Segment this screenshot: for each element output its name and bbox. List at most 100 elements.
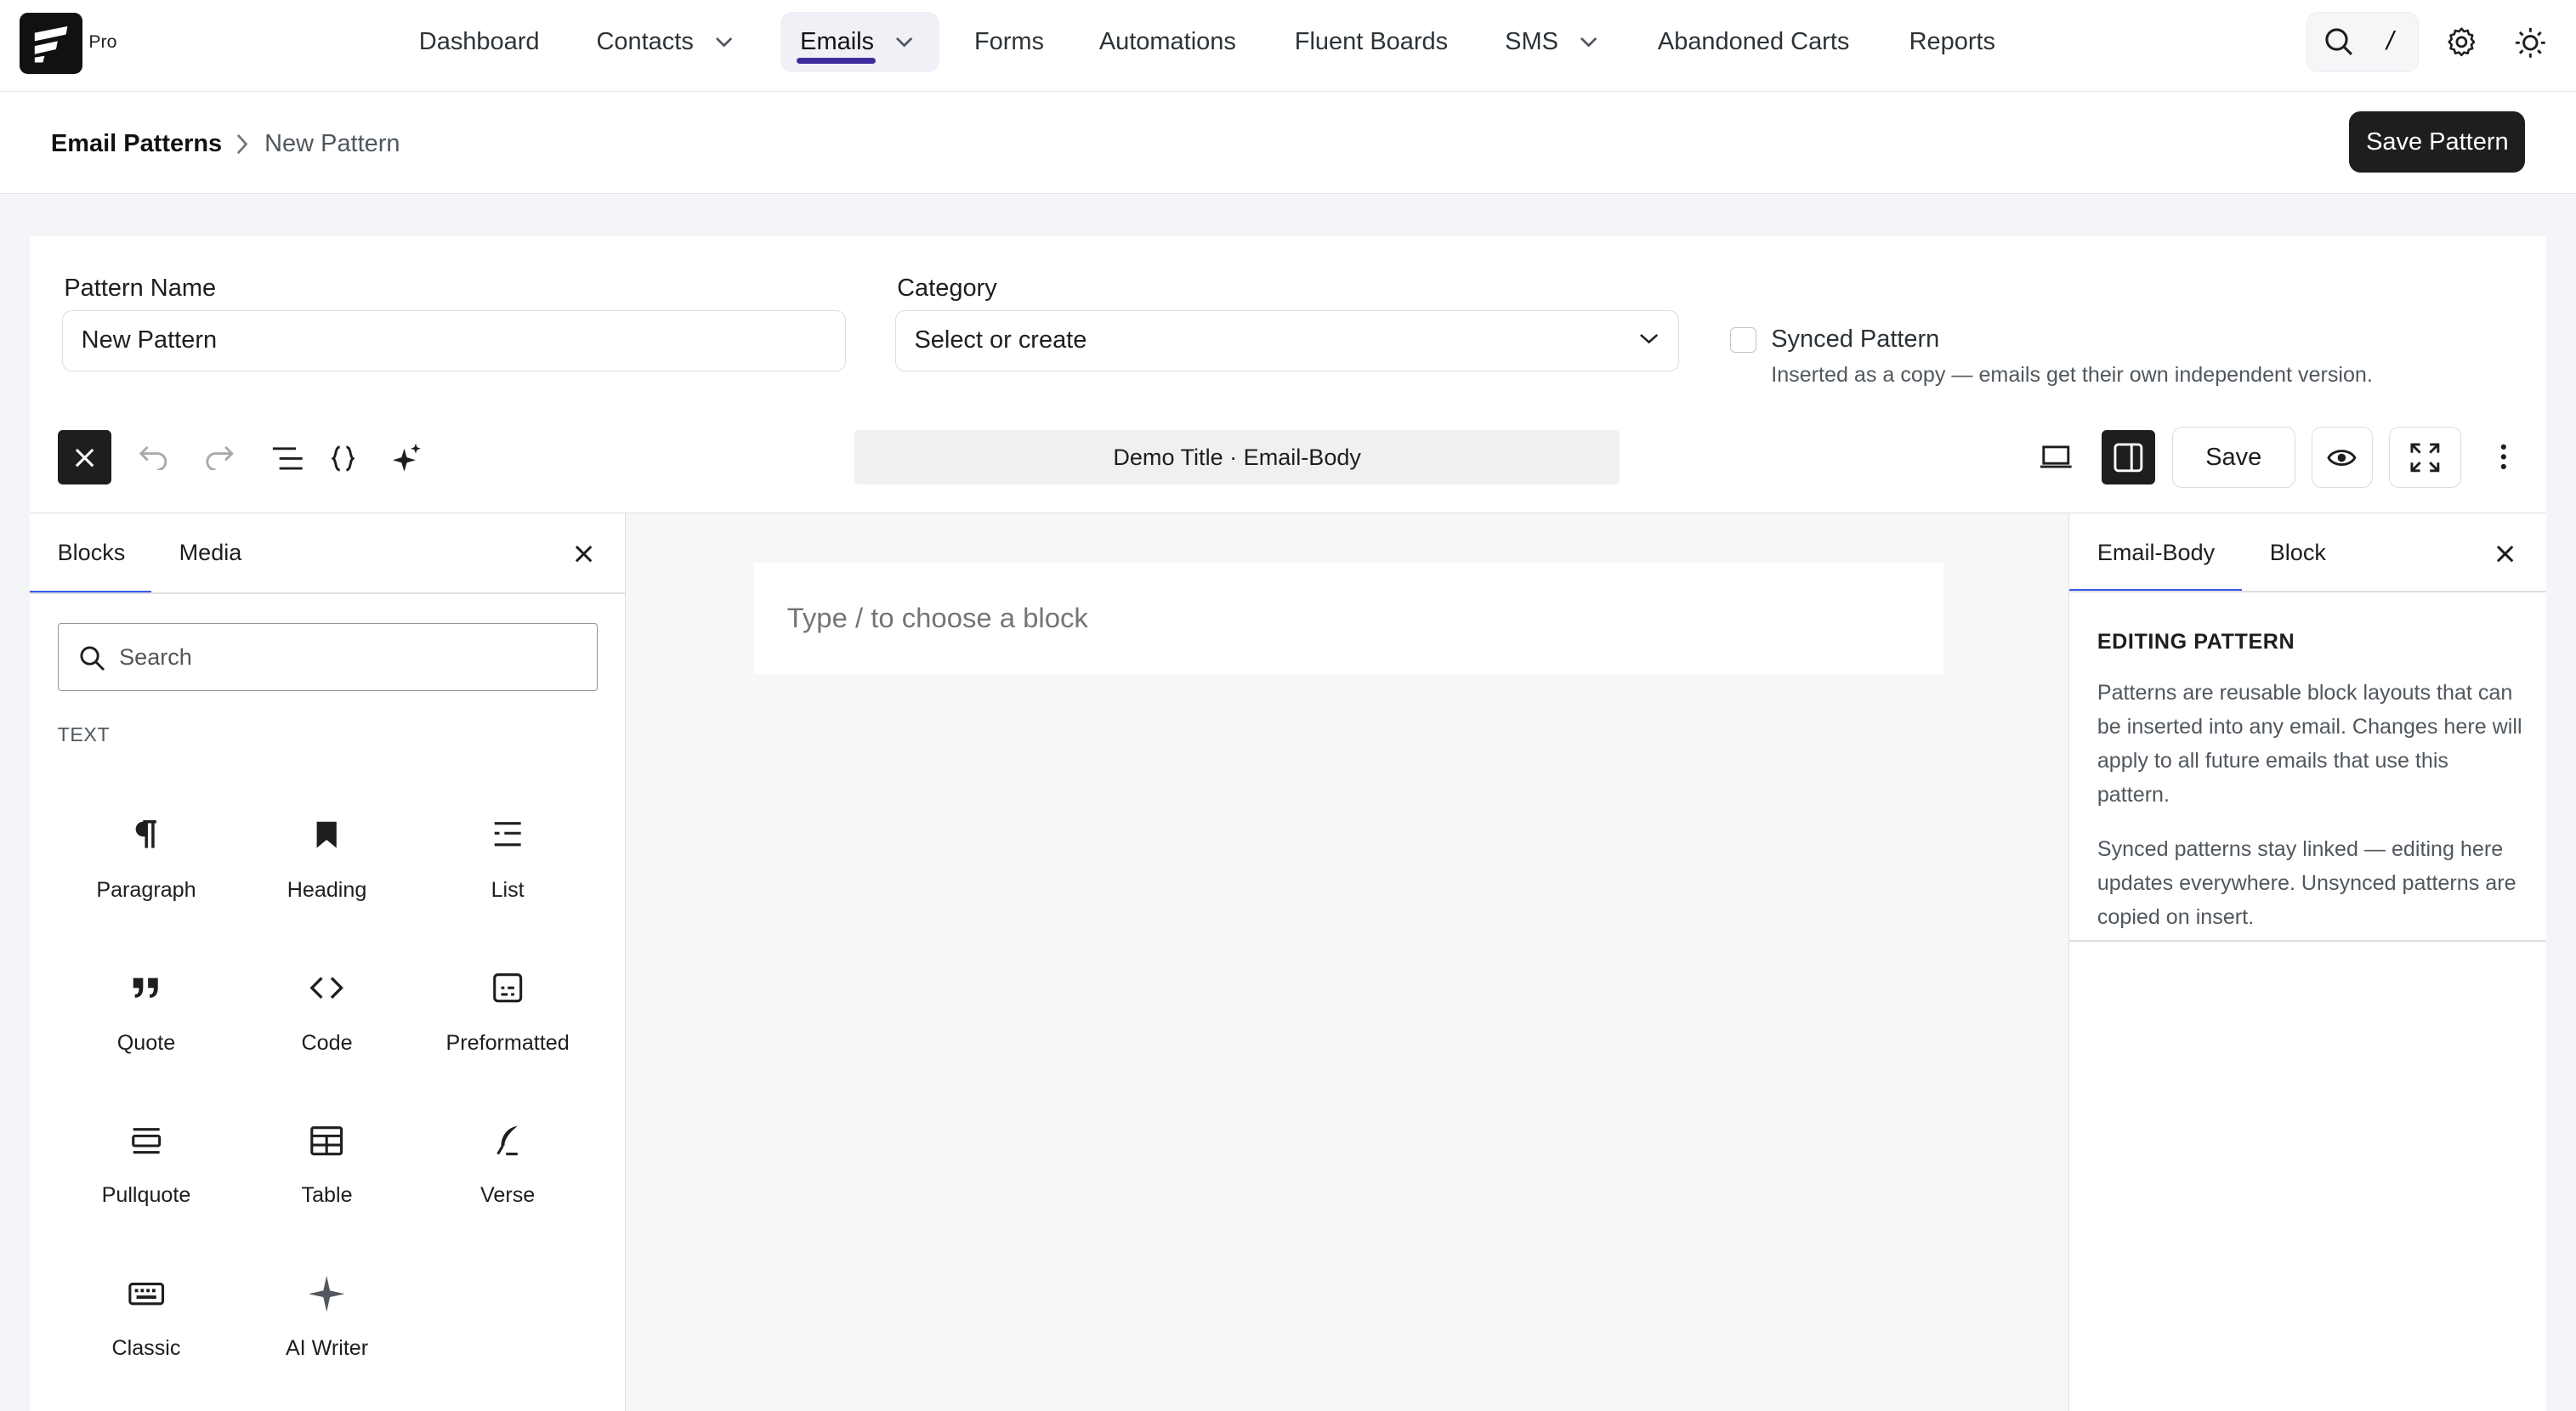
close-icon[interactable]	[575, 545, 593, 563]
nav-emails-label: Emails	[800, 27, 875, 55]
top-navigation-bar: Pro Dashboard Contacts Emails Forms Auto…	[0, 0, 2576, 93]
block-label: List	[491, 877, 525, 902]
close-icon	[75, 448, 94, 467]
theme-toggle-sun-icon[interactable]	[2514, 26, 2547, 60]
logo-mark-icon	[34, 26, 68, 63]
close-icon[interactable]	[2496, 545, 2514, 563]
editor-canvas: Type / to choose a block	[626, 513, 2068, 1411]
search-shortcut-hint: /	[2386, 25, 2394, 55]
more-options-icon[interactable]	[2499, 442, 2509, 472]
fluentcrm-logo[interactable]	[20, 13, 82, 74]
search-icon	[2324, 28, 2352, 55]
chevron-down-icon	[1580, 37, 1597, 48]
block-label: Code	[301, 1030, 353, 1055]
global-search-button[interactable]: /	[2306, 11, 2419, 73]
chevron-down-icon	[1639, 334, 1658, 344]
braces-icon[interactable]	[332, 445, 355, 472]
synced-pattern-description: Inserted as a copy — emails get their ow…	[1771, 363, 2373, 388]
pattern-name-input[interactable]: New Pattern	[62, 310, 847, 371]
block-label: Heading	[287, 877, 367, 902]
block-code[interactable]: Code	[236, 945, 417, 1077]
document-outline-icon[interactable]	[271, 445, 304, 472]
code-icon	[309, 977, 344, 1000]
block-classic[interactable]: Classic	[56, 1251, 237, 1383]
synced-pattern-label[interactable]: Synced Pattern	[1771, 326, 1939, 354]
block-list[interactable]: List	[417, 792, 599, 924]
nav-automations[interactable]: Automations	[1099, 12, 1236, 73]
block-label: Table	[301, 1183, 353, 1208]
nav-contacts[interactable]: Contacts	[596, 12, 733, 73]
nav-fluent-boards-label: Fluent Boards	[1294, 27, 1449, 55]
nav-forms[interactable]: Forms	[974, 12, 1044, 73]
nav-dashboard[interactable]: Dashboard	[419, 12, 540, 73]
block-heading[interactable]: Heading	[236, 792, 417, 924]
breadcrumb-email-patterns[interactable]: Email Patterns	[51, 130, 222, 158]
tab-divider	[29, 592, 626, 594]
block-table[interactable]: Table	[236, 1098, 417, 1230]
breadcrumb-current: New Pattern	[264, 129, 400, 157]
nav-emails[interactable]: Emails	[780, 11, 940, 73]
block-label: AI Writer	[285, 1336, 369, 1361]
block-paragraph[interactable]: Paragraph	[56, 792, 237, 924]
nav-abandoned-carts-label: Abandoned Carts	[1657, 27, 1850, 55]
close-inserter-button[interactable]	[57, 430, 112, 485]
active-nav-indicator	[797, 57, 876, 65]
pullquote-icon	[131, 1128, 161, 1154]
block-verse[interactable]: Verse	[417, 1098, 599, 1230]
verse-icon	[496, 1125, 518, 1156]
nav-fluent-boards[interactable]: Fluent Boards	[1295, 12, 1448, 73]
nav-sms-label: SMS	[1505, 27, 1558, 55]
block-inserter-panel: Blocks Media Search TEXT Paragraph Headi…	[29, 513, 627, 1411]
fullscreen-button[interactable]	[2388, 427, 2461, 488]
tab-media[interactable]: Media	[179, 540, 242, 566]
category-select[interactable]: Select or create	[895, 310, 1679, 371]
redo-icon[interactable]	[204, 444, 235, 470]
block-quote[interactable]: Quote	[56, 945, 237, 1077]
nav-dashboard-label: Dashboard	[418, 27, 540, 55]
block-label: Verse	[480, 1183, 536, 1208]
block-pullquote[interactable]: Pullquote	[56, 1098, 237, 1230]
block-placeholder[interactable]: Type / to choose a block	[787, 602, 1088, 634]
breadcrumb-bar: Email Patterns New Pattern Save Pattern	[0, 92, 2576, 195]
nav-sms[interactable]: SMS	[1505, 12, 1597, 73]
tab-divider	[2069, 590, 2547, 592]
list-icon	[494, 822, 521, 847]
desktop-preview-icon[interactable]	[2039, 444, 2074, 472]
synced-pattern-checkbox[interactable]	[1729, 326, 1756, 354]
block-label: Paragraph	[96, 877, 196, 902]
tab-blocks[interactable]: Blocks	[58, 540, 126, 566]
category-label: Category	[897, 274, 997, 302]
toggle-settings-sidebar-button[interactable]	[2101, 430, 2156, 485]
paragraph-icon	[135, 820, 156, 849]
eye-icon	[2327, 449, 2357, 466]
save-pattern-button[interactable]: Save Pattern	[2349, 111, 2526, 173]
ai-writer-icon	[309, 1275, 345, 1312]
document-title-bar[interactable]: Demo Title · Email-Body	[854, 430, 1620, 485]
synced-info-paragraph: Synced patterns stay linked — editing he…	[2097, 836, 2516, 929]
save-button[interactable]: Save	[2171, 427, 2295, 488]
tab-block[interactable]: Block	[2270, 540, 2326, 566]
pro-badge: Pro	[88, 31, 117, 52]
gear-icon[interactable]	[2446, 26, 2477, 58]
preformatted-icon	[493, 973, 523, 1003]
nav-forms-label: Forms	[973, 27, 1045, 55]
classic-icon	[128, 1282, 164, 1305]
undo-icon[interactable]	[138, 444, 169, 470]
block-ai-writer[interactable]: AI Writer	[236, 1251, 417, 1383]
block-preformatted[interactable]: Preformatted	[417, 945, 599, 1077]
preview-button[interactable]	[2312, 427, 2373, 488]
sidebar-divider	[2069, 940, 2547, 943]
heading-icon	[316, 822, 338, 849]
nav-contacts-label: Contacts	[596, 27, 694, 55]
block-search-input[interactable]: Search	[57, 623, 599, 691]
category-select-value: Select or create	[914, 326, 1087, 354]
block-label: Quote	[116, 1030, 176, 1055]
email-body-block[interactable]: Type / to choose a block	[754, 562, 1944, 675]
nav-reports[interactable]: Reports	[1909, 12, 1995, 73]
document-title-text: Demo Title · Email-Body	[1113, 444, 1361, 470]
tab-email-body[interactable]: Email-Body	[2097, 540, 2215, 566]
table-icon	[310, 1126, 343, 1156]
editor-area: Blocks Media Search TEXT Paragraph Headi…	[29, 512, 2547, 1411]
ai-sparkles-icon[interactable]	[391, 442, 424, 475]
nav-abandoned-carts[interactable]: Abandoned Carts	[1658, 12, 1849, 73]
